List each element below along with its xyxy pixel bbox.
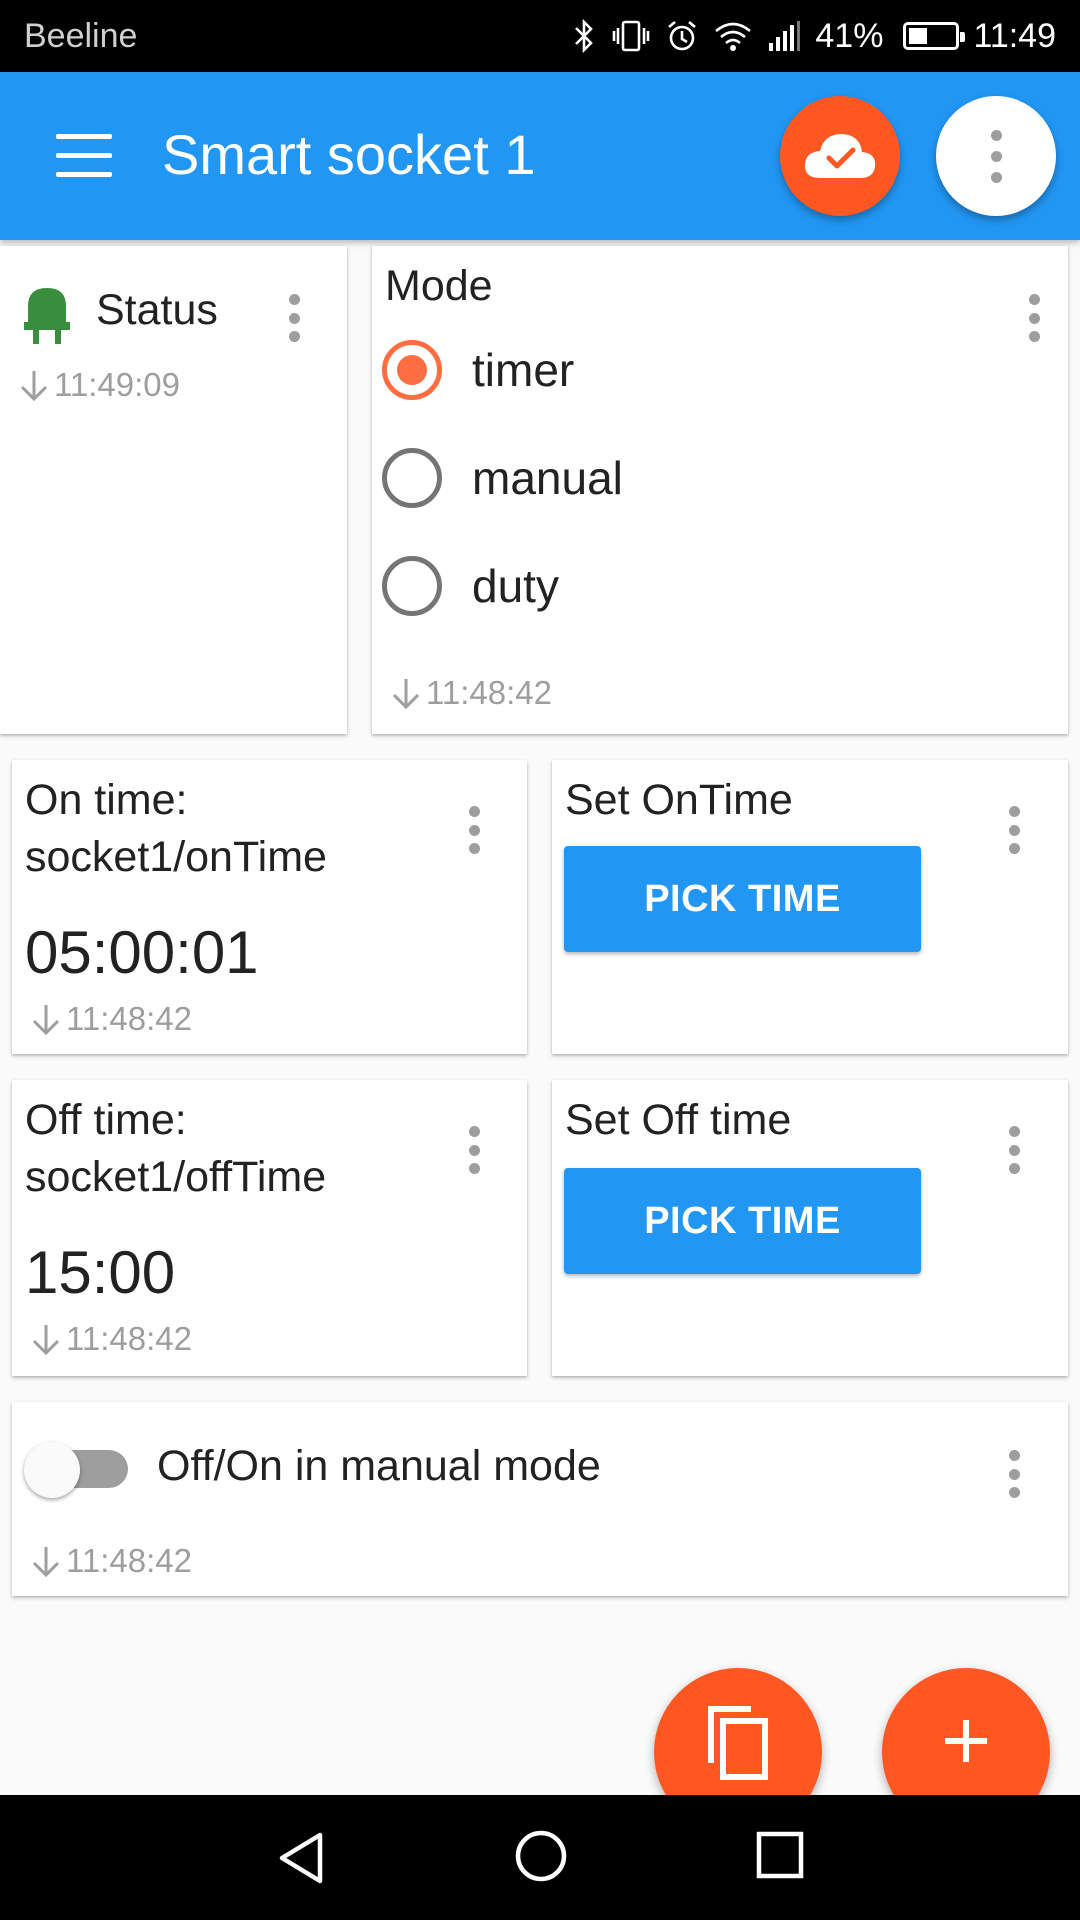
recents-icon[interactable] bbox=[756, 1831, 804, 1879]
on-time-title: On time: socket1/onTime bbox=[25, 776, 327, 881]
on-time-menu-icon[interactable] bbox=[454, 800, 494, 860]
on-time-widget: On time: socket1/onTime 05:00:01 11:48:4… bbox=[12, 760, 527, 1054]
hamburger-menu-icon[interactable] bbox=[56, 134, 112, 178]
status-icons: 41% 11:49 bbox=[571, 17, 1056, 56]
off-time-menu-icon[interactable] bbox=[454, 1120, 494, 1180]
status-label: Status bbox=[96, 286, 218, 334]
home-icon[interactable] bbox=[514, 1829, 568, 1883]
mode-menu-icon[interactable] bbox=[1014, 288, 1054, 348]
alarm-icon bbox=[668, 21, 697, 51]
pick-on-time-button[interactable]: PICK TIME bbox=[564, 846, 921, 952]
more-options-button[interactable] bbox=[936, 96, 1056, 216]
status-timestamp: 11:49:09 bbox=[18, 366, 180, 404]
set-on-time-title: Set OnTime bbox=[565, 776, 793, 824]
arrow-down-icon bbox=[392, 679, 420, 710]
radio-timer[interactable]: timer bbox=[382, 340, 574, 400]
battery-icon bbox=[903, 22, 966, 50]
pick-off-time-button[interactable]: PICK TIME bbox=[564, 1168, 921, 1274]
more-vert-icon bbox=[990, 129, 1002, 183]
manual-switch-label: Off/On in manual mode bbox=[157, 1442, 601, 1490]
battery-percent: 41% bbox=[815, 16, 884, 55]
cloud-sync-button[interactable] bbox=[780, 96, 900, 216]
set-on-time-widget: Set OnTime PICK TIME bbox=[552, 760, 1068, 1054]
off-time-title: Off time: socket1/offTime bbox=[25, 1096, 327, 1201]
status-bar: Beeline 41% 11:49 bbox=[0, 0, 1080, 72]
carrier-name: Beeline bbox=[24, 16, 138, 55]
arrow-down-icon bbox=[20, 371, 48, 402]
clock: 11:49 bbox=[973, 16, 1056, 55]
radio-timer-label: timer bbox=[472, 344, 575, 396]
radio-manual[interactable]: manual bbox=[382, 448, 623, 508]
back-icon[interactable] bbox=[276, 1831, 326, 1885]
app-bar: Smart socket 1 bbox=[0, 72, 1080, 240]
bluetooth-icon bbox=[575, 19, 594, 53]
on-time-value: 05:00:01 bbox=[25, 919, 259, 986]
copy-icon bbox=[708, 1706, 768, 1780]
set-off-time-widget: Set Off time PICK TIME bbox=[552, 1080, 1068, 1376]
arrow-down-icon bbox=[32, 1325, 60, 1356]
page-title: Smart socket 1 bbox=[162, 123, 536, 186]
manual-switch-menu-icon[interactable] bbox=[994, 1444, 1034, 1504]
set-off-time-menu-icon[interactable] bbox=[994, 1120, 1034, 1180]
mode-widget: Mode timer manual duty 11:48:42 bbox=[372, 246, 1068, 734]
status-widget: Status 11:49:09 bbox=[0, 246, 347, 734]
toggle-thumb bbox=[24, 1442, 80, 1498]
radio-manual-button[interactable] bbox=[382, 448, 442, 508]
arrow-down-icon bbox=[32, 1547, 60, 1578]
cloud-check-icon bbox=[804, 134, 876, 178]
radio-manual-label: manual bbox=[472, 452, 623, 504]
signal-icon bbox=[769, 21, 801, 51]
on-time-timestamp: 11:48:42 bbox=[30, 1000, 192, 1038]
manual-switch-timestamp: 11:48:42 bbox=[30, 1542, 192, 1580]
off-time-value: 15:00 bbox=[25, 1239, 176, 1306]
plus-icon bbox=[945, 1720, 987, 1762]
set-on-time-menu-icon[interactable] bbox=[994, 800, 1034, 860]
radio-timer-button[interactable] bbox=[382, 340, 442, 400]
manual-mode-toggle[interactable] bbox=[24, 1436, 144, 1506]
wifi-icon bbox=[715, 22, 752, 51]
plug-icon bbox=[24, 288, 70, 344]
off-time-widget: Off time: socket1/offTime 15:00 11:48:42 bbox=[12, 1080, 527, 1376]
radio-duty-button[interactable] bbox=[382, 556, 442, 616]
status-menu-icon[interactable] bbox=[274, 288, 314, 348]
off-time-timestamp: 11:48:42 bbox=[30, 1320, 192, 1358]
mode-title: Mode bbox=[385, 262, 493, 310]
radio-duty[interactable]: duty bbox=[382, 556, 559, 616]
radio-duty-label: duty bbox=[472, 560, 559, 612]
set-off-time-title: Set Off time bbox=[565, 1096, 792, 1144]
battery-fill bbox=[909, 28, 928, 44]
manual-switch-widget: Off/On in manual mode 11:48:42 bbox=[12, 1402, 1068, 1596]
system-nav-bar bbox=[0, 1795, 1080, 1920]
vibrate-icon bbox=[613, 20, 650, 52]
arrow-down-icon bbox=[32, 1005, 60, 1036]
mode-timestamp: 11:48:42 bbox=[390, 674, 552, 712]
